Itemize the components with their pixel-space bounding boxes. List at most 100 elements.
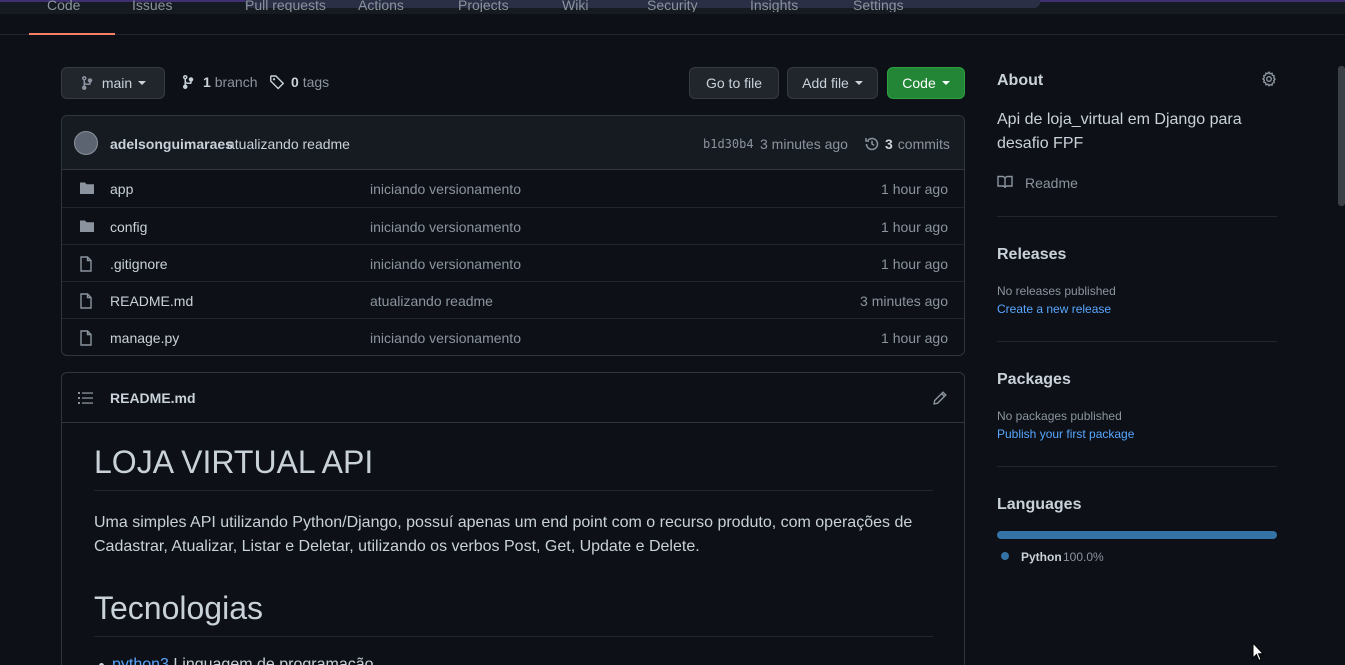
readme-paragraph: Uma simples API utilizando Python/Django…	[94, 514, 913, 555]
commit-time: 3 minutes ago	[760, 136, 848, 152]
branches-label: branch	[214, 74, 258, 90]
tab-actions[interactable]: Actions	[358, 0, 404, 12]
add-file-label: Add file	[802, 75, 849, 91]
table-row[interactable]: manage.py iniciando versionamento 1 hour a…	[62, 318, 964, 355]
file-commit-time: 1 hour ago	[881, 330, 948, 346]
latest-commit-bar: adelsonguimaraes atualizando readme b1d3…	[62, 116, 964, 170]
tab-issues[interactable]: Issues	[132, 0, 172, 12]
tag-icon	[270, 75, 285, 90]
file-icon	[80, 293, 92, 309]
file-icon-wrap	[79, 256, 93, 275]
tab-insights[interactable]: Insights	[750, 0, 798, 12]
commits-label: commits	[897, 136, 950, 152]
mouse-cursor-icon	[1252, 642, 1264, 662]
python3-link[interactable]: python3	[112, 656, 169, 665]
publish-package-link[interactable]: Publish your first package	[997, 427, 1134, 441]
file-name[interactable]: README.md	[110, 293, 193, 309]
file-list: app iniciando versionamento 1 hour ago conf…	[62, 170, 964, 355]
gear-icon[interactable]	[1261, 71, 1277, 87]
file-name[interactable]: .gitignore	[110, 256, 168, 272]
go-to-file-button[interactable]: Go to file	[689, 67, 779, 99]
go-to-file-label: Go to file	[705, 75, 763, 91]
tab-projects[interactable]: Projects	[458, 0, 509, 12]
file-name[interactable]: manage.py	[110, 330, 179, 346]
readme-title: LOJA VIRTUAL API	[94, 443, 933, 491]
file-commit-time: 1 hour ago	[881, 219, 948, 235]
file-commit-message[interactable]: iniciando versionamento	[370, 181, 521, 197]
history-icon	[865, 137, 879, 151]
file-name[interactable]: config	[110, 219, 147, 235]
tags-count: 0	[291, 74, 299, 90]
list-item: python3 Linguagem de programação.	[99, 655, 933, 665]
readme-content: LOJA VIRTUAL API Uma simples API utiliza…	[94, 443, 933, 665]
create-release-link[interactable]: Create a new release	[997, 302, 1111, 316]
branches-count: 1	[203, 74, 211, 90]
file-commit-time: 3 minutes ago	[860, 293, 948, 309]
file-commit-message[interactable]: atualizando readme	[370, 293, 493, 309]
book-icon	[997, 175, 1013, 189]
readme-panel: README.md LOJA VIRTUAL API Uma simples A…	[61, 372, 965, 665]
file-browser: adelsonguimaraes atualizando readme b1d3…	[61, 115, 965, 356]
table-row[interactable]: README.md atualizando readme 3 minutes ago	[62, 281, 964, 318]
list-item-text: Linguagem de programação.	[168, 656, 378, 665]
add-file-button[interactable]: Add file	[787, 67, 878, 99]
divider	[997, 466, 1277, 467]
commit-message[interactable]: atualizando readme	[227, 136, 350, 152]
branch-name: main	[101, 75, 133, 91]
readme-header: README.md	[62, 373, 964, 423]
tab-security[interactable]: Security	[647, 0, 698, 12]
file-icon	[80, 330, 92, 346]
language-name[interactable]: Python	[1021, 550, 1062, 564]
folder-icon	[80, 182, 94, 194]
code-label: Code	[902, 75, 936, 91]
divider	[997, 216, 1277, 217]
releases-heading[interactable]: Releases	[997, 246, 1066, 264]
branches-link[interactable]: 1 branch	[181, 74, 258, 90]
repo-tab-nav: Code Issues Pull requests Actions Projects Wi…	[0, 0, 1345, 35]
file-commit-message[interactable]: iniciando versionamento	[370, 219, 521, 235]
file-icon-wrap	[79, 293, 93, 312]
readme-section-heading: Tecnologias	[94, 589, 933, 637]
tab-code[interactable]: Code	[47, 0, 80, 12]
folder-icon-wrap	[79, 219, 95, 236]
readme-list: python3 Linguagem de programação.	[94, 655, 933, 665]
commit-hash[interactable]: b1d30b4	[703, 137, 754, 151]
table-row[interactable]: app iniciando versionamento 1 hour ago	[62, 170, 964, 207]
readme-link[interactable]: Readme	[1025, 175, 1078, 191]
folder-icon-wrap	[79, 181, 95, 198]
language-percent: 100.0%	[1063, 550, 1104, 564]
packages-heading[interactable]: Packages	[997, 371, 1071, 389]
table-row[interactable]: config iniciando versionamento 1 hour ago	[62, 207, 964, 244]
readme-filename[interactable]: README.md	[110, 390, 196, 406]
divider	[997, 341, 1277, 342]
commit-author[interactable]: adelsonguimaraes	[110, 136, 233, 152]
file-icon	[80, 256, 92, 272]
python-color-dot	[1001, 552, 1009, 560]
tags-label: tags	[302, 74, 330, 90]
about-description: Api de loja_virtual em Django para desaf…	[997, 111, 1242, 152]
avatar[interactable]	[74, 131, 98, 155]
file-commit-message[interactable]: iniciando versionamento	[370, 256, 521, 272]
folder-icon	[80, 220, 94, 232]
list-unordered-icon[interactable]	[78, 391, 94, 405]
tab-pull-requests[interactable]: Pull requests	[245, 0, 326, 12]
tab-active-underline	[29, 33, 115, 35]
tags-link[interactable]: 0 tags	[269, 74, 329, 90]
chevron-down-icon	[854, 81, 863, 85]
releases-empty-text: No releases published	[997, 284, 1116, 298]
git-branch-icon	[81, 75, 93, 91]
file-commit-message[interactable]: iniciando versionamento	[370, 330, 521, 346]
page-scrollbar[interactable]	[1338, 66, 1345, 206]
tab-settings[interactable]: Settings	[853, 0, 904, 12]
about-heading: About	[997, 72, 1044, 89]
packages-empty-text: No packages published	[997, 409, 1122, 423]
code-button[interactable]: Code	[887, 67, 965, 99]
file-commit-time: 1 hour ago	[881, 256, 948, 272]
pencil-icon[interactable]	[932, 390, 948, 406]
tab-wiki[interactable]: Wiki	[562, 0, 588, 12]
file-name[interactable]: app	[110, 181, 133, 197]
table-row[interactable]: .gitignore iniciando versionamento 1 hour …	[62, 244, 964, 281]
chevron-down-icon	[941, 81, 950, 85]
branch-select-button[interactable]: main	[61, 67, 165, 99]
commits-link[interactable]: 3 commits	[864, 136, 950, 152]
